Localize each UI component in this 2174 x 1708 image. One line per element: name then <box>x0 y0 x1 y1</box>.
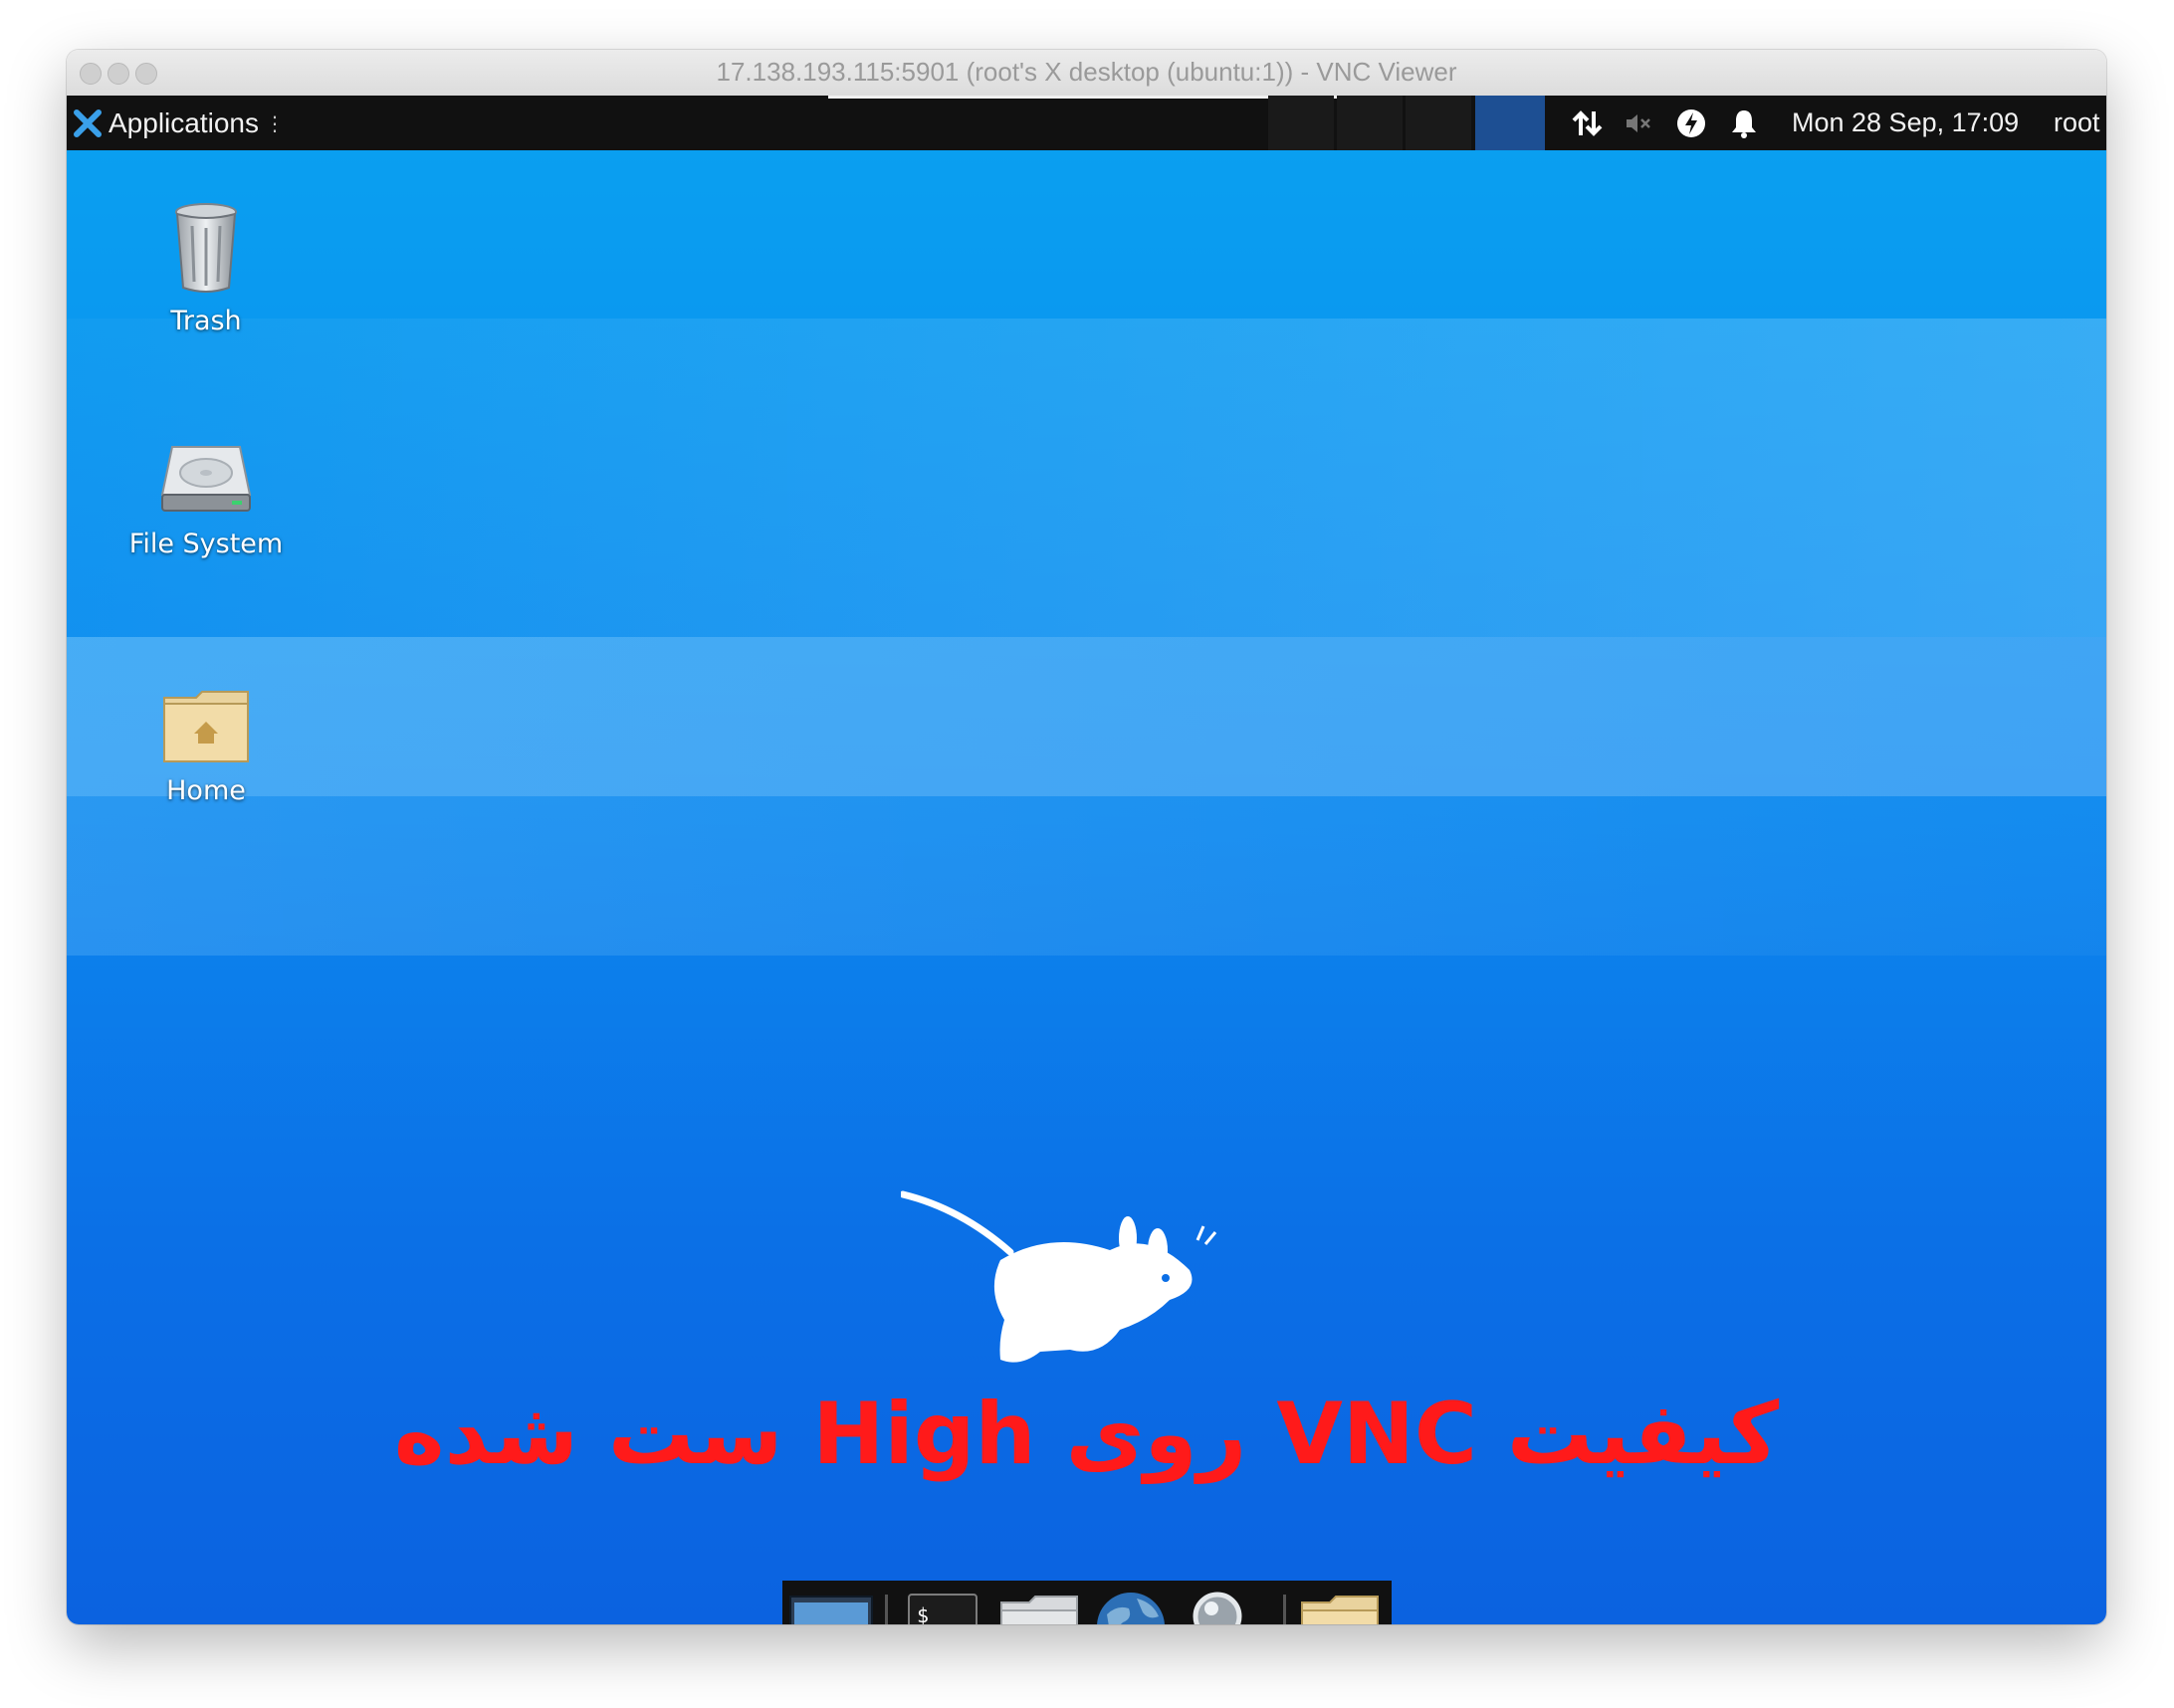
window-title: 17.138.193.115:5901 (root's X desktop (u… <box>716 57 1457 87</box>
web-browser-icon[interactable] <box>1089 1581 1181 1624</box>
panel-user-menu[interactable]: root <box>2054 96 2100 150</box>
power-icon[interactable] <box>1675 96 1707 150</box>
applications-menu-button[interactable]: Applications ⋮ <box>73 96 285 150</box>
panel-clock[interactable]: Mon 28 Sep, 17:09 <box>1792 96 2019 150</box>
xfce-logo-icon <box>74 108 102 137</box>
bottom-dock: $_ <box>782 1581 1392 1624</box>
search-icon[interactable] <box>1185 1581 1274 1624</box>
top-panel: Applications ⋮ Mon 28 Sep, 17:09 root <box>67 96 2106 150</box>
vnc-viewer-window: 17.138.193.115:5901 (root's X desktop (u… <box>67 50 2106 1624</box>
svg-text:$_: $_ <box>917 1603 942 1625</box>
folder-icon[interactable] <box>1294 1581 1386 1624</box>
workspace-1[interactable] <box>1268 96 1334 150</box>
xfce-mouse-mascot-icon <box>901 1190 1217 1363</box>
desktop-icon-label: File System <box>128 529 284 559</box>
trash-icon <box>175 203 237 293</box>
desktop-icon-home[interactable]: Home <box>107 688 306 806</box>
desktop-icon-trash[interactable]: Trash <box>107 200 306 336</box>
hard-drive-icon <box>160 446 252 512</box>
wallpaper-band <box>67 637 2106 796</box>
desktop-icon-label: Trash <box>170 306 242 336</box>
wallpaper-band <box>67 319 2106 637</box>
window-titlebar[interactable]: 17.138.193.115:5901 (root's X desktop (u… <box>67 50 2106 97</box>
workspace-3[interactable] <box>1406 96 1471 150</box>
dock-separator <box>1283 1595 1286 1624</box>
quality-caption: کیفیت VNC روی High ست شده <box>393 1385 1780 1484</box>
desktop-icon-file-system[interactable]: File System <box>107 439 306 559</box>
network-icon[interactable] <box>1570 96 1606 150</box>
home-folder-icon <box>163 691 249 762</box>
show-desktop-icon[interactable] <box>786 1581 876 1624</box>
workspace-4-active[interactable] <box>1475 96 1545 150</box>
home-folder-icon[interactable] <box>993 1581 1085 1624</box>
workspace-2[interactable] <box>1337 96 1403 150</box>
terminal-icon[interactable]: $_ <box>900 1581 985 1624</box>
desktop-icon-label: Home <box>166 775 246 806</box>
dock-separator <box>885 1595 888 1624</box>
wallpaper-band <box>67 796 2106 956</box>
applications-menu-label: Applications <box>109 107 259 138</box>
desktop-area[interactable]: Trash File System Home کیفیت VNC روی Hig… <box>67 150 2106 1624</box>
notification-bell-icon[interactable] <box>1729 96 1759 150</box>
panel-grip-icon: ⋮ <box>264 110 285 135</box>
volume-muted-icon[interactable] <box>1624 96 1653 150</box>
